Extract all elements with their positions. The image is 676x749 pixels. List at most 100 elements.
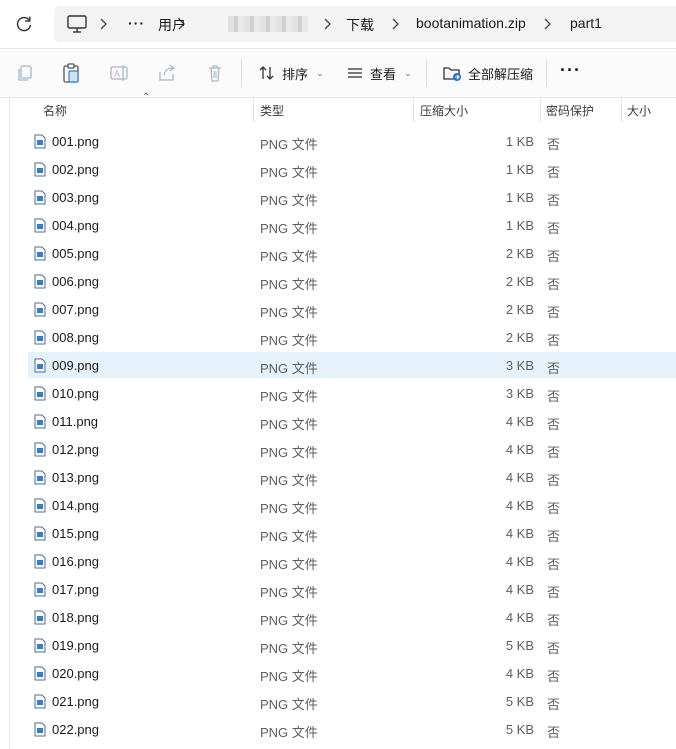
file-compressed-size: 5 KB bbox=[505, 694, 534, 709]
file-password-protected: 否 bbox=[547, 473, 561, 488]
file-row[interactable]: 017.png PNG 文件 4 KB 否 bbox=[28, 576, 676, 602]
file-row[interactable]: 001.png PNG 文件 1 KB 否 bbox=[28, 128, 676, 154]
file-row[interactable]: 004.png PNG 文件 1 KB 否 bbox=[28, 212, 676, 238]
sort-button[interactable]: 排序 ⌄ bbox=[258, 60, 324, 86]
png-file-icon bbox=[34, 302, 46, 317]
file-name: 013.png bbox=[52, 470, 99, 485]
file-password-protected: 否 bbox=[547, 305, 561, 320]
file-name: 005.png bbox=[52, 246, 99, 261]
png-file-icon bbox=[34, 190, 46, 205]
file-row[interactable]: 005.png PNG 文件 2 KB 否 bbox=[28, 240, 676, 266]
breadcrumb-part1[interactable]: part1 bbox=[570, 15, 602, 31]
toolbar-divider bbox=[426, 59, 427, 87]
column-divider[interactable] bbox=[540, 98, 541, 122]
file-name: 009.png bbox=[52, 358, 99, 373]
file-row[interactable]: 003.png PNG 文件 1 KB 否 bbox=[28, 184, 676, 210]
file-row[interactable]: 010.png PNG 文件 3 KB 否 bbox=[28, 380, 676, 406]
png-file-icon bbox=[34, 330, 46, 345]
column-header-compressed-size[interactable]: 压缩大小 bbox=[420, 102, 468, 119]
file-row[interactable]: 007.png PNG 文件 2 KB 否 bbox=[28, 296, 676, 322]
column-header-name[interactable]: 名称 bbox=[43, 102, 67, 119]
file-name: 008.png bbox=[52, 330, 99, 345]
png-file-icon bbox=[34, 694, 46, 709]
file-type: PNG 文件 bbox=[260, 725, 318, 740]
file-name: 018.png bbox=[52, 610, 99, 625]
file-row[interactable]: 012.png PNG 文件 4 KB 否 bbox=[28, 436, 676, 462]
file-type: PNG 文件 bbox=[260, 473, 318, 488]
share-icon[interactable] bbox=[156, 62, 178, 84]
command-bar: A 排序 ⌄ 查看 ⌄ 全部解压缩 ··· bbox=[0, 48, 676, 98]
file-compressed-size: 1 KB bbox=[505, 134, 534, 149]
file-row[interactable]: 006.png PNG 文件 2 KB 否 bbox=[28, 268, 676, 294]
redacted-username[interactable] bbox=[228, 16, 308, 32]
column-divider[interactable] bbox=[253, 98, 254, 122]
file-compressed-size: 3 KB bbox=[505, 358, 534, 373]
breadcrumb[interactable]: ··· 用户 下载 bootanimation.zip part1 bbox=[54, 6, 676, 42]
file-compressed-size: 4 KB bbox=[505, 554, 534, 569]
file-password-protected: 否 bbox=[547, 221, 561, 236]
column-divider[interactable] bbox=[621, 98, 622, 122]
file-row[interactable]: 019.png PNG 文件 5 KB 否 bbox=[28, 632, 676, 658]
file-type: PNG 文件 bbox=[260, 669, 318, 684]
file-row[interactable]: 002.png PNG 文件 1 KB 否 bbox=[28, 156, 676, 182]
file-compressed-size: 1 KB bbox=[505, 162, 534, 177]
more-options-button[interactable]: ··· bbox=[560, 60, 581, 81]
png-file-icon bbox=[34, 414, 46, 429]
breadcrumb-downloads[interactable]: 下载 bbox=[346, 15, 374, 35]
view-button[interactable]: 查看 ⌄ bbox=[346, 60, 412, 86]
file-row[interactable]: 018.png PNG 文件 4 KB 否 bbox=[28, 604, 676, 630]
png-file-icon bbox=[34, 162, 46, 177]
file-row[interactable]: 021.png PNG 文件 5 KB 否 bbox=[28, 688, 676, 714]
file-name: 002.png bbox=[52, 162, 99, 177]
chevron-right-icon bbox=[324, 18, 331, 30]
file-password-protected: 否 bbox=[547, 137, 561, 152]
column-header-type[interactable]: 类型 bbox=[260, 102, 284, 119]
trash-icon[interactable] bbox=[204, 62, 226, 84]
file-row[interactable]: 008.png PNG 文件 2 KB 否 bbox=[28, 324, 676, 350]
png-file-icon bbox=[34, 526, 46, 541]
file-password-protected: 否 bbox=[547, 389, 561, 404]
column-header-row: 名称 类型 压缩大小 密码保护 大小 bbox=[11, 98, 676, 122]
file-name: 012.png bbox=[52, 442, 99, 457]
copy-icon[interactable] bbox=[14, 62, 36, 84]
column-divider[interactable] bbox=[413, 98, 414, 122]
file-row[interactable]: 014.png PNG 文件 4 KB 否 bbox=[28, 492, 676, 518]
file-row[interactable]: 013.png PNG 文件 4 KB 否 bbox=[28, 464, 676, 490]
refresh-icon[interactable] bbox=[14, 14, 34, 34]
file-compressed-size: 4 KB bbox=[505, 470, 534, 485]
file-password-protected: 否 bbox=[547, 193, 561, 208]
file-type: PNG 文件 bbox=[260, 501, 318, 516]
file-row[interactable]: 020.png PNG 文件 4 KB 否 bbox=[28, 660, 676, 686]
file-type: PNG 文件 bbox=[260, 641, 318, 656]
breadcrumb-zip[interactable]: bootanimation.zip bbox=[416, 15, 526, 31]
file-password-protected: 否 bbox=[547, 501, 561, 516]
file-type: PNG 文件 bbox=[260, 333, 318, 348]
breadcrumb-users[interactable]: 用户 bbox=[158, 15, 186, 35]
file-password-protected: 否 bbox=[547, 557, 561, 572]
file-type: PNG 文件 bbox=[260, 249, 318, 264]
column-header-password[interactable]: 密码保护 bbox=[546, 102, 594, 119]
computer-icon[interactable] bbox=[66, 14, 88, 34]
file-name: 015.png bbox=[52, 526, 99, 541]
file-type: PNG 文件 bbox=[260, 445, 318, 460]
view-icon bbox=[348, 68, 362, 78]
column-header-size[interactable]: 大小 bbox=[627, 102, 651, 119]
file-row[interactable]: 009.png PNG 文件 3 KB 否 bbox=[28, 352, 676, 378]
file-password-protected: 否 bbox=[547, 333, 561, 348]
file-row[interactable]: 015.png PNG 文件 4 KB 否 bbox=[28, 520, 676, 546]
clipboard-icon[interactable] bbox=[60, 62, 82, 84]
extract-all-button[interactable]: 全部解压缩 bbox=[442, 60, 533, 86]
breadcrumb-overflow[interactable]: ··· bbox=[128, 15, 145, 31]
file-row[interactable]: 016.png PNG 文件 4 KB 否 bbox=[28, 548, 676, 574]
file-password-protected: 否 bbox=[547, 585, 561, 600]
chevron-right-icon bbox=[100, 18, 107, 30]
file-compressed-size: 1 KB bbox=[505, 218, 534, 233]
file-password-protected: 否 bbox=[547, 529, 561, 544]
file-compressed-size: 4 KB bbox=[505, 526, 534, 541]
file-row[interactable]: 011.png PNG 文件 4 KB 否 bbox=[28, 408, 676, 434]
rename-icon[interactable]: A bbox=[108, 62, 130, 84]
file-compressed-size: 4 KB bbox=[505, 582, 534, 597]
extract-all-label: 全部解压缩 bbox=[468, 66, 534, 82]
file-row[interactable]: 022.png PNG 文件 5 KB 否 bbox=[28, 716, 676, 742]
view-label: 查看 bbox=[370, 66, 397, 82]
